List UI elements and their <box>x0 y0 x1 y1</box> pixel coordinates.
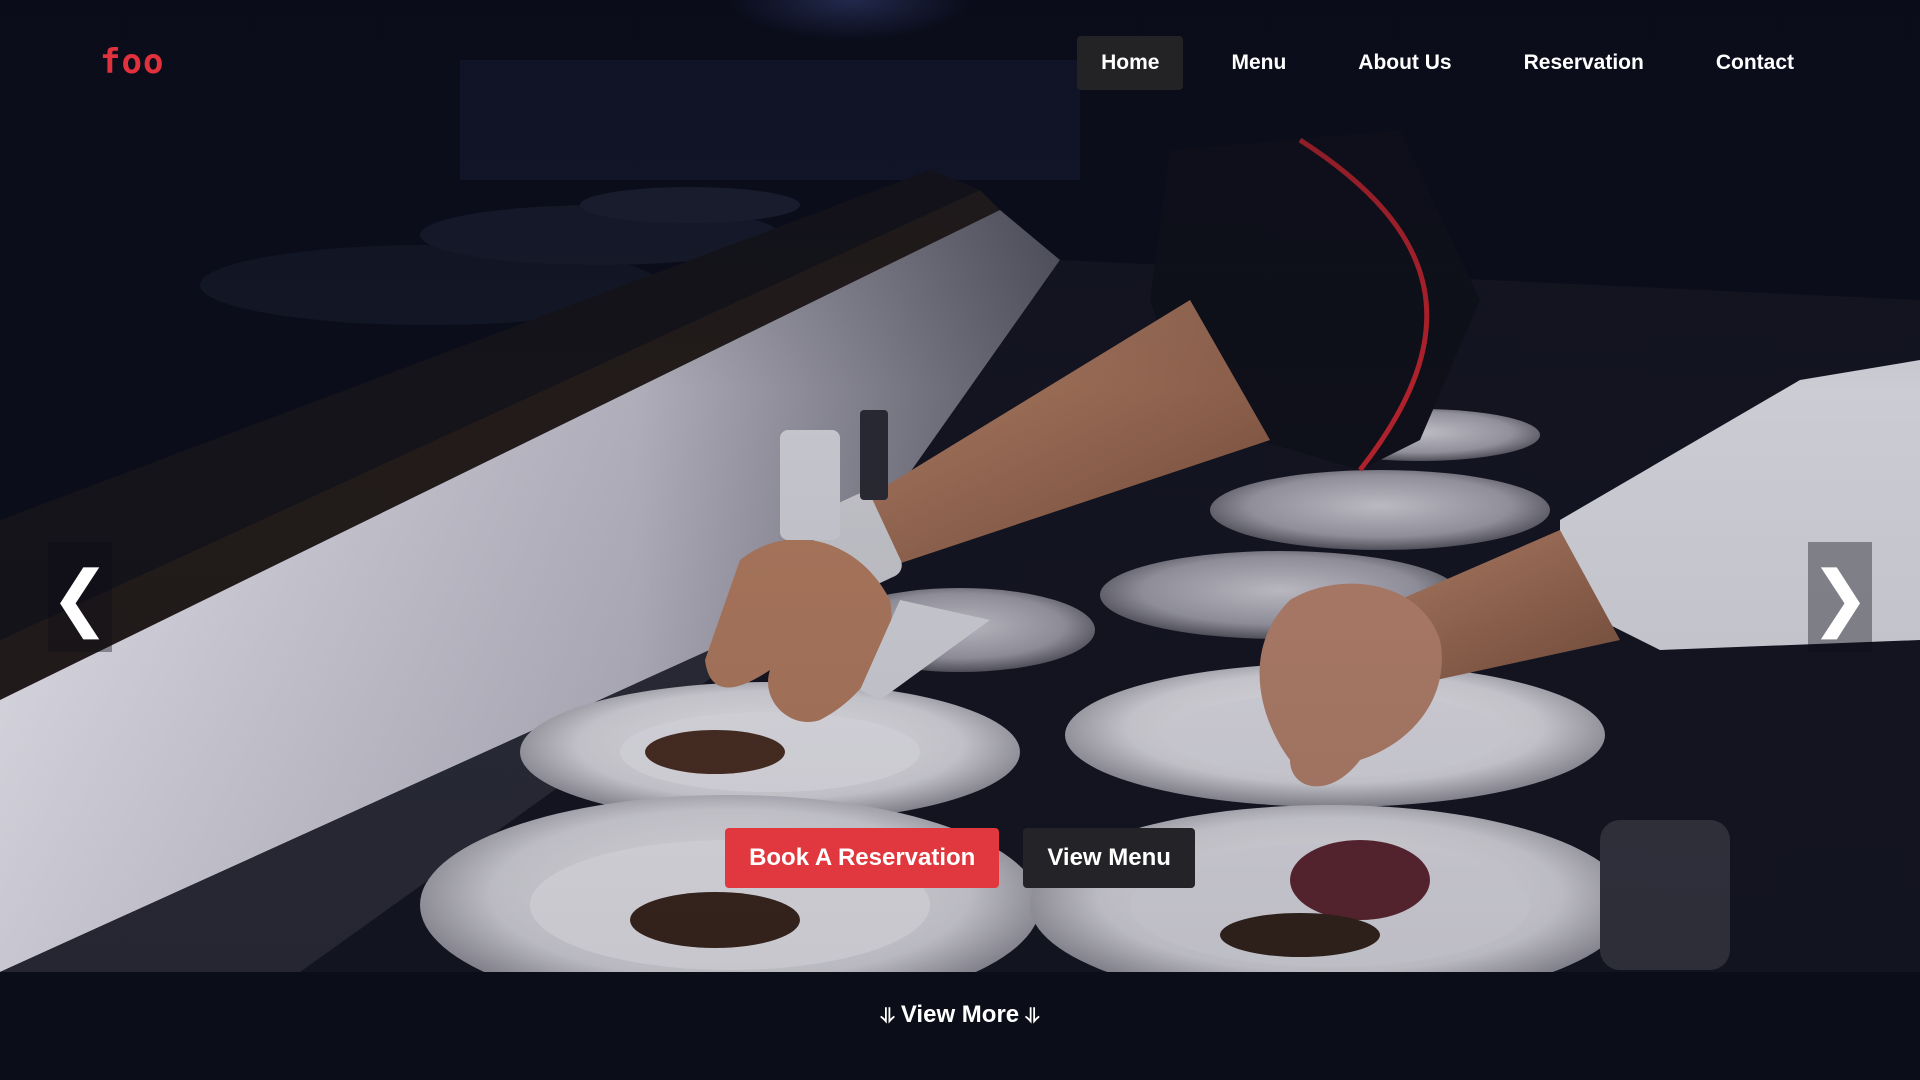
nav-item-contact[interactable]: Contact <box>1692 36 1818 90</box>
nav-item-home[interactable]: Home <box>1077 36 1184 90</box>
hero-photo <box>0 0 1920 972</box>
logo[interactable]: foo <box>100 44 164 80</box>
landing-page: foo Home Menu About Us Reservation Conta… <box>0 0 1920 1080</box>
nav-item-reservation[interactable]: Reservation <box>1500 36 1668 90</box>
hero-slider: foo Home Menu About Us Reservation Conta… <box>0 0 1920 972</box>
nav-item-menu[interactable]: Menu <box>1207 36 1310 90</box>
down-double-arrow-icon: ⥥ <box>1025 1003 1040 1027</box>
book-reservation-button[interactable]: Book A Reservation <box>725 828 1000 888</box>
main-nav: Home Menu About Us Reservation Contact <box>1077 36 1818 90</box>
view-more-label: View More <box>900 1001 1020 1028</box>
down-double-arrow-icon: ⥥ <box>880 1003 895 1027</box>
view-more-link[interactable]: ⥥ View More ⥥ <box>880 1001 1039 1029</box>
view-menu-button[interactable]: View Menu <box>1023 828 1195 888</box>
slider-prev-arrow-icon[interactable]: ❮ <box>48 542 112 652</box>
view-more-bar: ⥥ View More ⥥ <box>0 972 1920 1080</box>
slider-next-arrow-icon[interactable]: ❯ <box>1808 542 1872 652</box>
nav-item-about-us[interactable]: About Us <box>1334 36 1475 90</box>
hero-cta-group: Book A Reservation View Menu <box>0 828 1920 888</box>
